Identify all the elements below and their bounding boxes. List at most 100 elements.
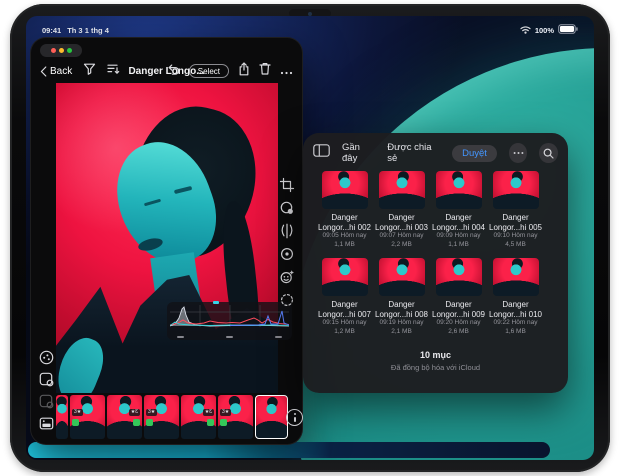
- file-name: Danger Longor...hi 002: [318, 213, 371, 232]
- file-item: Danger Longor...hi 008 09:19 Hôm nay 2,1…: [373, 258, 430, 336]
- file-time: 09:10 Hôm nay: [493, 232, 538, 239]
- edited-badge: [133, 419, 140, 426]
- file-item: Danger Longor...hi 007 09:15 Hôm nay 1,2…: [316, 258, 373, 336]
- histogram-ticks: [170, 335, 289, 338]
- back-label: Back: [50, 65, 73, 77]
- filmstrip-thumbnail[interactable]: 3★: [70, 395, 105, 439]
- paste-adjustments-icon[interactable]: [38, 393, 54, 409]
- file-size: 2,1 MB: [391, 327, 412, 335]
- editor-toolbar: Back Select: [31, 59, 302, 83]
- trash-icon[interactable]: [259, 62, 271, 80]
- info-button[interactable]: [286, 409, 303, 426]
- file-thumbnail[interactable]: [435, 171, 482, 209]
- file-item: Danger Longor...hi 002 09:05 Hôm nay 1,1…: [316, 171, 373, 249]
- histogram-panel: [167, 301, 292, 340]
- file-thumbnail[interactable]: [435, 258, 482, 296]
- filmstrip-thumbnail-selected[interactable]: [255, 395, 288, 439]
- edited-badge: [146, 419, 153, 426]
- file-name: Danger Longor...hi 004: [432, 213, 485, 232]
- file-thumbnail[interactable]: [492, 258, 539, 296]
- files-footer: 10 mục Đã đồng bộ hóa với iCloud: [303, 350, 568, 372]
- file-time: 09:05 Hôm nay: [322, 232, 367, 239]
- status-bar: 09:41 Th 3 1 thg 4 100%: [26, 24, 594, 36]
- close-window-button[interactable]: [50, 48, 56, 53]
- search-button[interactable]: [539, 143, 559, 163]
- file-name: Danger Longor...hi 005: [489, 213, 542, 232]
- minimize-window-button[interactable]: [58, 48, 64, 53]
- tool-rail-right: [279, 177, 295, 308]
- histogram-chart: [169, 305, 290, 327]
- tab-recent[interactable]: Gần đây: [342, 142, 375, 164]
- rating-badge: 3★: [72, 409, 84, 416]
- zoom-window-button[interactable]: [66, 48, 72, 53]
- filmstrip-thumbnail[interactable]: 3★: [144, 395, 179, 439]
- status-date: Th 3 1 thg 4: [67, 25, 109, 35]
- file-name: Danger Longor...hi 003: [375, 213, 428, 232]
- photo-editor-window: Back Select Danger Longo... 3★ 3★ 3★ 3★ …: [30, 37, 303, 445]
- rating-badge: 3★: [128, 409, 140, 416]
- sidebar-toggle-icon[interactable]: [313, 144, 330, 162]
- auto-enhance-icon[interactable]: [38, 349, 54, 365]
- tab-shared[interactable]: Được chia sẻ: [387, 142, 440, 164]
- file-size: 2,2 MB: [391, 240, 412, 248]
- file-time: 09:15 Hôm nay: [322, 319, 367, 326]
- rating-badge: 3★: [202, 409, 214, 416]
- file-item: Danger Longor...hi 010 09:22 Hôm nay 1,6…: [487, 258, 544, 336]
- status-time: 09:41: [42, 25, 62, 35]
- copy-adjustments-icon[interactable]: [38, 371, 54, 387]
- more-icon[interactable]: [280, 62, 293, 80]
- file-item: Danger Longor...hi 004 09:09 Hôm nay 1,1…: [430, 171, 487, 249]
- filmstrip-thumbnail[interactable]: 3★: [107, 395, 142, 439]
- edited-badge: [72, 419, 79, 426]
- undo-icon[interactable]: [166, 62, 180, 80]
- share-icon[interactable]: [238, 61, 250, 81]
- files-header: Gần đây Được chia sẻ Duyệt: [313, 142, 559, 164]
- colors-icon[interactable]: [279, 200, 295, 216]
- filmstrip-thumbnail[interactable]: [56, 395, 68, 439]
- file-item: Danger Longor...hi 005 09:10 Hôm nay 4,5…: [487, 171, 544, 249]
- file-size: 1,1 MB: [448, 240, 469, 248]
- edited-badge: [207, 419, 214, 426]
- file-size: 4,5 MB: [505, 240, 526, 248]
- window-controls[interactable]: [40, 44, 82, 57]
- files-grid: Danger Longor...hi 002 09:05 Hôm nay 1,1…: [316, 171, 544, 336]
- more-options-button[interactable]: [508, 143, 528, 163]
- histogram-marker: [213, 301, 219, 304]
- file-thumbnail[interactable]: [321, 258, 368, 296]
- file-time: 09:07 Hôm nay: [379, 232, 424, 239]
- filmstrip-thumbnail[interactable]: 3★: [218, 395, 253, 439]
- ipad-device: 09:41 Th 3 1 thg 4 100% Back Select Dang…: [10, 4, 610, 472]
- file-item: Danger Longor...hi 003 09:07 Hôm nay 2,2…: [373, 171, 430, 249]
- file-time: 09:22 Hôm nay: [493, 319, 538, 326]
- back-button[interactable]: Back: [40, 66, 72, 77]
- file-thumbnail[interactable]: [378, 258, 425, 296]
- file-time: 09:20 Hôm nay: [436, 319, 481, 326]
- crop-icon[interactable]: [279, 177, 295, 193]
- file-size: 2,6 MB: [448, 327, 469, 335]
- adjust-icon[interactable]: [279, 223, 295, 239]
- retouch-icon[interactable]: [279, 269, 295, 285]
- photo-browser-icon[interactable]: [38, 415, 54, 431]
- rating-badge: 3★: [220, 409, 232, 416]
- rating-badge: 3★: [146, 409, 158, 416]
- file-item: Danger Longor...hi 009 09:20 Hôm nay 2,6…: [430, 258, 487, 336]
- file-thumbnail[interactable]: [492, 171, 539, 209]
- select-subject-icon[interactable]: [279, 292, 295, 308]
- edited-badge: [220, 419, 227, 426]
- filmstrip-thumbnail[interactable]: 3★: [181, 395, 216, 439]
- file-name: Danger Longor...hi 010: [489, 300, 542, 319]
- file-thumbnail[interactable]: [378, 171, 425, 209]
- sync-status: Đã đồng bộ hóa với iCloud: [390, 363, 481, 372]
- filter-icon[interactable]: [83, 62, 96, 80]
- select-button[interactable]: Select: [188, 64, 229, 78]
- sort-icon[interactable]: [107, 62, 120, 80]
- file-thumbnail[interactable]: [321, 171, 368, 209]
- repair-icon[interactable]: [279, 246, 295, 262]
- file-size: 1,2 MB: [334, 327, 355, 335]
- photo-canvas[interactable]: [56, 83, 278, 393]
- battery-percent: 100%: [534, 25, 554, 35]
- tab-browse[interactable]: Duyệt: [452, 144, 497, 162]
- file-time: 09:19 Hôm nay: [379, 319, 424, 326]
- item-count: 10 mục: [419, 350, 452, 360]
- file-time: 09:09 Hôm nay: [436, 232, 481, 239]
